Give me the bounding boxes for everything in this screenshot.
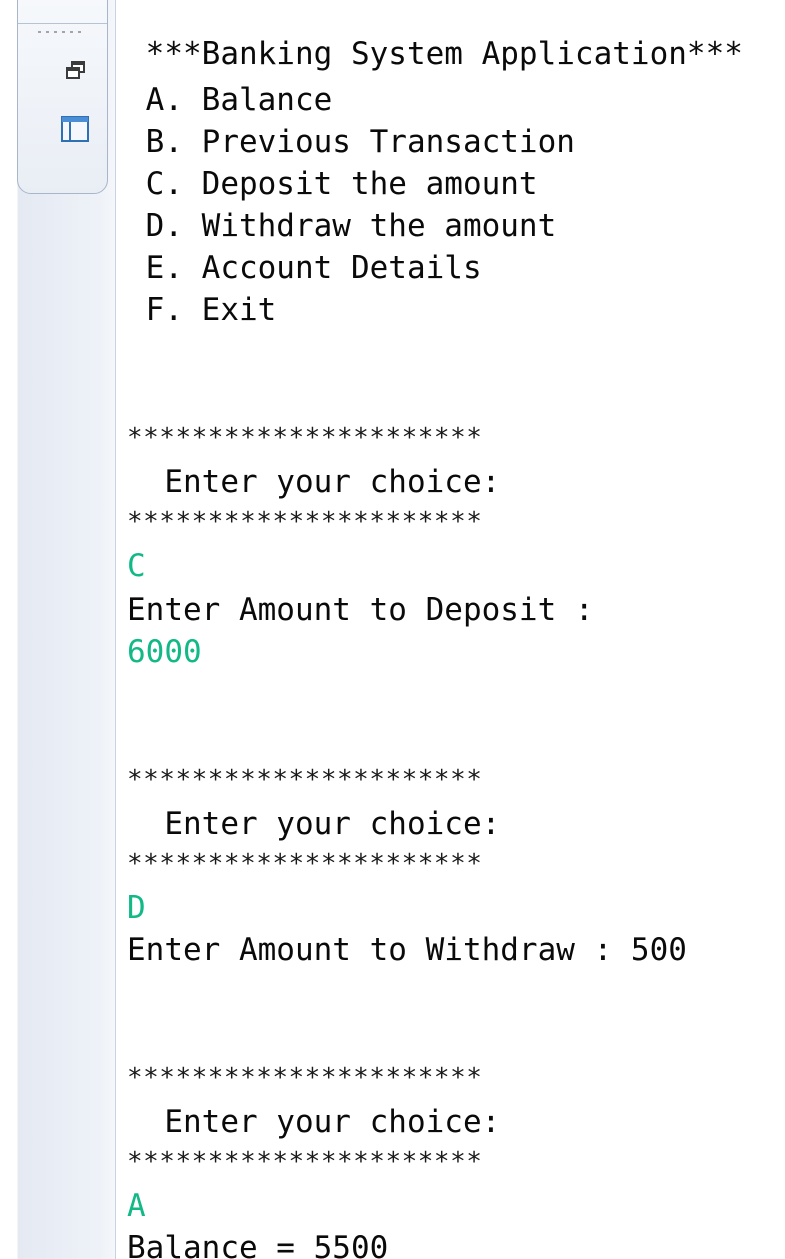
withdraw-amount-prompt: Enter Amount to Withdraw : 500 bbox=[127, 932, 687, 968]
console-window: ***Banking System Application*** A. Bala… bbox=[0, 0, 785, 1259]
panel-divider bbox=[18, 23, 107, 24]
balance-output: Balance = 5500 bbox=[127, 1230, 389, 1259]
menu-option-exit: F. Exit bbox=[127, 292, 277, 328]
minimized-view-panel bbox=[17, 0, 108, 194]
menu-option-balance: A. Balance bbox=[127, 82, 333, 118]
user-input-deposit-amount: 6000 bbox=[127, 634, 202, 670]
choice-prompt: Enter your choice: bbox=[127, 464, 501, 500]
user-input-choice: A bbox=[127, 1188, 146, 1224]
menu-option-account-details: E. Account Details bbox=[127, 250, 482, 286]
window-layout-icon[interactable] bbox=[58, 113, 92, 145]
user-input-choice: C bbox=[127, 548, 146, 584]
menu-option-withdraw: D. Withdraw the amount bbox=[127, 208, 557, 244]
user-input-choice: D bbox=[127, 890, 146, 926]
separator-stars: ********************** bbox=[127, 849, 483, 879]
separator-stars: ********************** bbox=[127, 423, 483, 453]
menu-option-deposit: C. Deposit the amount bbox=[127, 166, 538, 202]
menu-title: ***Banking System Application*** bbox=[127, 36, 743, 72]
choice-prompt: Enter your choice: bbox=[127, 1104, 501, 1140]
separator-stars: ********************** bbox=[127, 507, 483, 537]
separator-stars: ********************** bbox=[127, 1147, 483, 1177]
separator-stars: ********************** bbox=[127, 765, 483, 795]
grip-dots-icon[interactable] bbox=[38, 31, 84, 35]
restore-window-icon[interactable] bbox=[64, 59, 88, 83]
choice-prompt: Enter your choice: bbox=[127, 806, 501, 842]
separator-stars: ********************** bbox=[127, 1063, 483, 1093]
menu-option-previous-transaction: B. Previous Transaction bbox=[127, 124, 575, 160]
deposit-amount-prompt: Enter Amount to Deposit : bbox=[127, 592, 594, 628]
